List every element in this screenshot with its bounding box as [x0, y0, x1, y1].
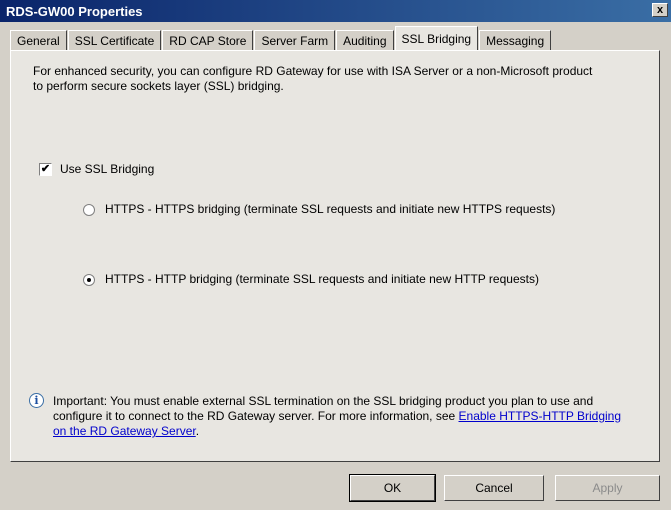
use-ssl-bridging-row[interactable]: ✔ Use SSL Bridging	[39, 162, 154, 176]
tab-messaging[interactable]: Messaging	[479, 30, 552, 50]
use-ssl-bridging-label: Use SSL Bridging	[60, 162, 155, 176]
info-suffix: .	[195, 424, 200, 438]
https-https-radio[interactable]	[83, 204, 95, 216]
https-https-option[interactable]: HTTPS - HTTPS bridging (terminate SSL re…	[83, 202, 575, 217]
window-title: RDS-GW00 Properties	[6, 3, 143, 19]
close-button[interactable]: x	[652, 3, 668, 17]
tab-general[interactable]: General	[10, 30, 67, 50]
radio-selected-dot	[87, 278, 91, 282]
cancel-button[interactable]: Cancel	[444, 475, 544, 501]
https-http-radio[interactable]	[83, 274, 95, 286]
tab-panel: For enhanced security, you can configure…	[10, 50, 660, 462]
tab-auditing[interactable]: Auditing	[336, 30, 394, 50]
use-ssl-bridging-checkbox[interactable]: ✔	[39, 162, 52, 176]
https-http-label: HTTPS - HTTP bridging (terminate SSL req…	[105, 272, 539, 286]
info-text: Important: You must enable external SSL …	[53, 394, 623, 439]
tab-ssl-bridging[interactable]: SSL Bridging	[394, 26, 479, 50]
title-bar: RDS-GW00 Properties x	[0, 0, 671, 22]
tab-rd-cap-store[interactable]: RD CAP Store	[162, 30, 254, 50]
tab-ssl-certificate[interactable]: SSL Certificate	[67, 30, 162, 50]
https-http-option[interactable]: HTTPS - HTTP bridging (terminate SSL req…	[83, 272, 575, 287]
intro-text: For enhanced security, you can configure…	[33, 64, 593, 93]
ok-button[interactable]: OK	[349, 474, 436, 502]
info-icon: i	[29, 393, 44, 408]
tab-strip: General SSL Certificate RD CAP Store Ser…	[10, 26, 552, 50]
apply-button[interactable]: Apply	[555, 475, 660, 501]
https-https-label: HTTPS - HTTPS bridging (terminate SSL re…	[105, 202, 556, 216]
tab-server-farm[interactable]: Server Farm	[254, 30, 336, 50]
